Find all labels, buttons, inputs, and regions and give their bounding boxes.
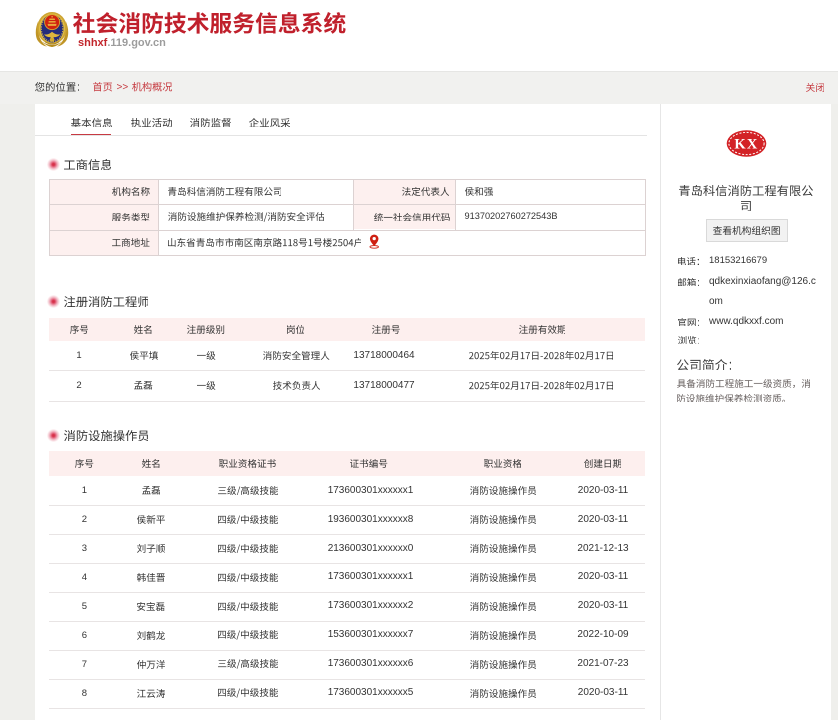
svg-text:KX: KX [734, 136, 758, 152]
